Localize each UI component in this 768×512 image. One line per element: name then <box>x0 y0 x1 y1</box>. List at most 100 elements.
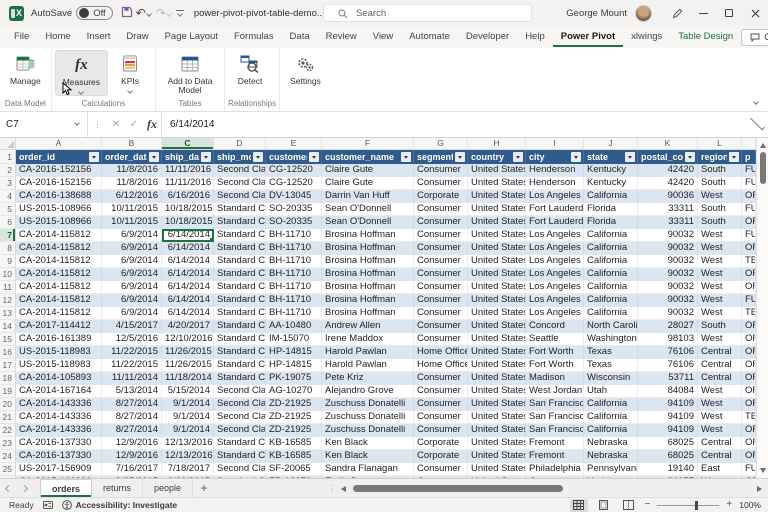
cell[interactable]: IM-15070 <box>266 333 322 346</box>
cell[interactable]: TE <box>742 411 756 424</box>
col-header-G[interactable]: G <box>414 138 468 149</box>
cell[interactable]: Philadelphia <box>526 463 584 476</box>
cell[interactable]: 98103 <box>638 333 698 346</box>
minimize-button[interactable] <box>690 0 716 26</box>
cell[interactable]: CA-2014-143336 <box>16 424 102 437</box>
cell[interactable]: California <box>584 268 638 281</box>
cell[interactable]: US-2015-118983 <box>16 346 102 359</box>
row-header-25[interactable]: 25 <box>0 463 16 476</box>
cell[interactable]: Standard Class <box>214 203 266 216</box>
filter-dropdown-icon[interactable] <box>625 152 635 162</box>
cell[interactable]: San Francisco <box>526 398 584 411</box>
cell[interactable]: Nebraska <box>584 437 638 450</box>
cell[interactable]: Second Class <box>214 424 266 437</box>
row-header-6[interactable]: 6 <box>0 216 16 229</box>
cell[interactable]: California <box>584 242 638 255</box>
cell[interactable]: ZD-21925 <box>266 411 322 424</box>
cell[interactable]: 9/1/2014 <box>162 398 214 411</box>
cell[interactable]: Consumer <box>414 307 468 320</box>
zoom-level[interactable]: 100% <box>739 500 761 510</box>
cell[interactable]: West <box>698 307 742 320</box>
filter-dropdown-icon[interactable] <box>253 152 263 162</box>
cell[interactable]: Second Class <box>214 411 266 424</box>
restore-button[interactable] <box>716 0 742 26</box>
col-header-B[interactable]: B <box>102 138 162 149</box>
filter-dropdown-icon[interactable] <box>571 152 581 162</box>
formula-input[interactable]: 6/14/2014 <box>161 112 748 137</box>
cell[interactable]: 10/18/2015 <box>162 203 214 216</box>
cell[interactable]: OF <box>742 281 756 294</box>
col-header-I[interactable]: I <box>526 138 584 149</box>
cancel-entry-icon[interactable]: ✕ <box>107 119 125 130</box>
cell[interactable]: 6/14/2014 <box>162 242 214 255</box>
cell[interactable]: South <box>698 177 742 190</box>
cell[interactable]: Los Angeles <box>526 281 584 294</box>
cell[interactable]: OF <box>742 333 756 346</box>
row-header-20[interactable]: 20 <box>0 398 16 411</box>
cell[interactable]: United States <box>468 307 526 320</box>
column-filter-header-postal_code[interactable]: postal_code <box>638 150 698 164</box>
cell[interactable]: 42420 <box>638 164 698 177</box>
cell[interactable]: KB-16585 <box>266 450 322 463</box>
scroll-down-icon[interactable] <box>760 468 766 473</box>
cell[interactable]: United States <box>468 385 526 398</box>
pen-mode-icon[interactable] <box>664 0 690 26</box>
filter-dropdown-icon[interactable] <box>89 152 99 162</box>
cell[interactable]: 11/8/2016 <box>102 177 162 190</box>
cell[interactable]: Brosina Hoffman <box>322 229 414 242</box>
row-header-4[interactable]: 4 <box>0 190 16 203</box>
cell[interactable]: OF <box>742 398 756 411</box>
cell[interactable]: West <box>698 398 742 411</box>
cell[interactable]: Standard Class <box>214 333 266 346</box>
autosave-toggle[interactable]: AutoSave Off <box>31 6 113 20</box>
cell[interactable]: Consumer <box>414 203 468 216</box>
column-filter-header-order_date[interactable]: order_date <box>102 150 162 164</box>
cell[interactable]: Standard Class <box>214 372 266 385</box>
cell[interactable]: Brosina Hoffman <box>322 281 414 294</box>
cell[interactable]: OF <box>742 450 756 463</box>
cell[interactable]: Home Office <box>414 346 468 359</box>
select-all-corner[interactable] <box>0 138 16 149</box>
cell[interactable]: California <box>584 281 638 294</box>
col-header-D[interactable]: D <box>214 138 266 149</box>
cell[interactable]: Fort Worth <box>526 359 584 372</box>
cell[interactable]: San Francisco <box>526 411 584 424</box>
cell[interactable]: United States <box>468 255 526 268</box>
cell[interactable]: 12/9/2016 <box>102 437 162 450</box>
filter-dropdown-icon[interactable] <box>685 152 695 162</box>
cell[interactable]: Standard Class <box>214 450 266 463</box>
cell[interactable]: OF <box>742 242 756 255</box>
cell[interactable]: Brosina Hoffman <box>322 268 414 281</box>
filter-dropdown-icon[interactable] <box>309 152 319 162</box>
cell[interactable]: West <box>698 229 742 242</box>
cell[interactable]: Standard Class <box>214 294 266 307</box>
cell[interactable]: 5/13/2014 <box>102 385 162 398</box>
page-break-view-icon[interactable] <box>620 499 638 512</box>
formula-bar-splitter[interactable]: ⋮ <box>88 119 107 130</box>
cell[interactable]: 42420 <box>638 177 698 190</box>
cell[interactable]: 11/22/2015 <box>102 346 162 359</box>
cell[interactable]: 9/1/2014 <box>162 424 214 437</box>
cell[interactable]: Consumer <box>414 177 468 190</box>
row-header-1[interactable]: 1 <box>0 150 16 164</box>
cell[interactable]: Consumer <box>414 320 468 333</box>
row-header-5[interactable]: 5 <box>0 203 16 216</box>
cell[interactable]: CA-2014-143336 <box>16 398 102 411</box>
cell[interactable]: 6/9/2014 <box>102 229 162 242</box>
cell[interactable]: Second Class <box>214 190 266 203</box>
cell[interactable]: Alejandro Grove <box>322 385 414 398</box>
cell[interactable]: CA-2014-115812 <box>16 268 102 281</box>
cell[interactable]: BH-11710 <box>266 255 322 268</box>
settings-button[interactable]: Settings <box>283 50 328 96</box>
cell[interactable]: South <box>698 203 742 216</box>
cell[interactable]: West <box>698 242 742 255</box>
row-header-13[interactable]: 13 <box>0 307 16 320</box>
cell[interactable]: 11/26/2015 <box>162 346 214 359</box>
vertical-scrollbar[interactable] <box>756 138 768 478</box>
normal-view-icon[interactable] <box>570 499 588 512</box>
cell[interactable]: Consumer <box>414 229 468 242</box>
cell[interactable]: 12/9/2016 <box>102 450 162 463</box>
cell[interactable]: United States <box>468 190 526 203</box>
cell[interactable]: Claire Gute <box>322 164 414 177</box>
column-filter-header-state[interactable]: state <box>584 150 638 164</box>
